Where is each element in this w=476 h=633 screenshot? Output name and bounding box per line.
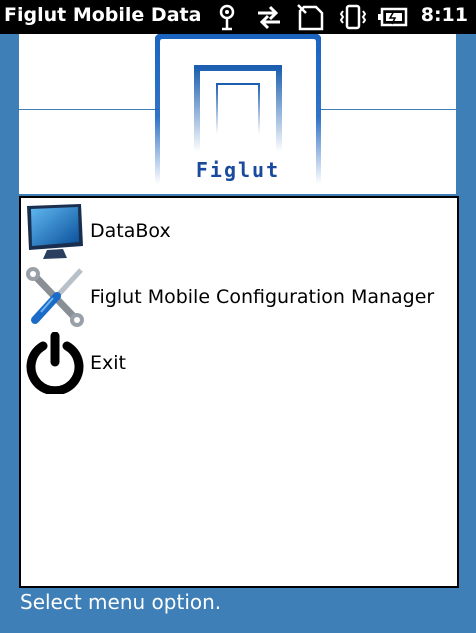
tools-icon [23,266,87,328]
clock: 8:11 [420,4,468,26]
logo-text: Figlut [195,158,281,182]
banner-divider [19,109,159,110]
banner-edge [456,34,476,194]
menu-item-configuration-manager[interactable]: Figlut Mobile Configuration Manager [23,266,453,328]
status-message: Select menu option. [20,590,222,614]
figlut-logo: Figlut [154,33,322,192]
sync-arrows-icon [254,3,282,31]
vibrate-icon [338,3,367,31]
menu-item-label: DataBox [90,220,171,242]
monitor-icon [23,200,87,262]
battery-icon [377,3,408,31]
menu-item-exit[interactable]: Exit [23,331,453,396]
menu-item-databox[interactable]: DataBox [23,200,453,262]
menu-list: DataBox Figlut Mobile Configuration Mana… [19,196,459,588]
no-sim-icon [296,3,324,31]
banner-divider [320,109,456,110]
app-title: Figlut Mobile DataI [4,4,200,26]
banner: Figlut [0,33,476,194]
status-bar: Figlut Mobile DataI 8:11 [0,0,476,34]
menu-item-label: Exit [90,352,126,374]
location-icon [213,3,241,31]
banner-edge [0,34,19,194]
power-icon [23,331,87,396]
menu-item-label: Figlut Mobile Configuration Manager [90,286,435,308]
